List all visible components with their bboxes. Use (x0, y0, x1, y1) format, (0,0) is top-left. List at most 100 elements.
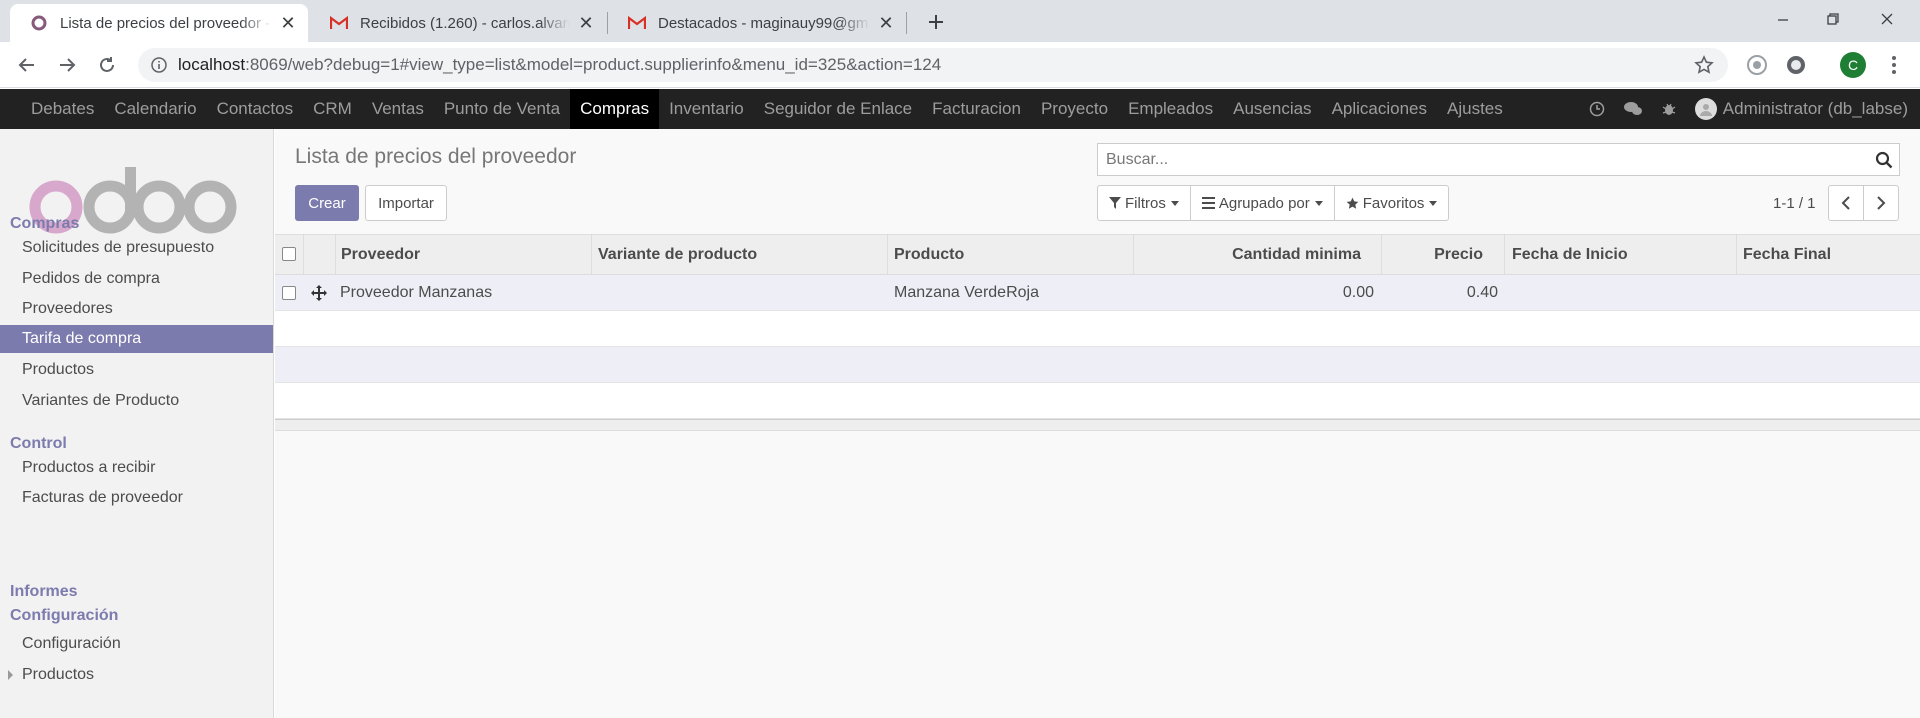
tab-title: Destacados - maginauy99@gmail.com (658, 14, 870, 32)
chat-bubbles-icon[interactable] (1615, 89, 1651, 129)
column-header-fecha-inicio[interactable]: Fecha de Inicio (1512, 235, 1628, 275)
group-by-button[interactable]: Agrupado por (1189, 185, 1335, 221)
menu-calendario[interactable]: Calendario (104, 89, 206, 129)
reload-icon[interactable] (92, 50, 122, 80)
sidebar-section-informes[interactable]: Informes (10, 583, 78, 601)
browser-tab-gmail-inbox[interactable]: Recibidos (1.260) - carlos.alvarez@labse… (310, 4, 606, 42)
page-title: Lista de precios del proveedor (295, 145, 577, 168)
column-divider (1736, 235, 1737, 275)
new-tab-plus-icon[interactable] (922, 8, 950, 36)
search-icon[interactable] (1869, 145, 1899, 175)
search-options-group: Filtros Agrupado por Favoritos (1097, 185, 1450, 221)
close-tab-icon[interactable]: ✕ (278, 13, 298, 33)
sidebar-item-tarifa-de-compra[interactable]: Tarifa de compra (0, 325, 273, 353)
caret-down-icon (1170, 200, 1179, 206)
sidebar-item-label: Productos (22, 666, 95, 683)
filters-button[interactable]: Filtros (1097, 185, 1191, 221)
menu-facturacion[interactable]: Facturacion (922, 89, 1031, 129)
sidebar-item-pedidos[interactable]: Pedidos de compra (0, 265, 273, 293)
create-button[interactable]: Crear (295, 185, 359, 221)
column-header-fecha-final[interactable]: Fecha Final (1743, 235, 1831, 275)
menu-empleados[interactable]: Empleados (1118, 89, 1223, 129)
import-button[interactable]: Importar (365, 185, 447, 221)
column-header-precio[interactable]: Precio (1381, 235, 1483, 275)
cell-cantidad-minima: 0.00 (1342, 284, 1374, 301)
user-menu[interactable]: Administrator (db_labse) (1687, 98, 1920, 120)
search-input[interactable]: Buscar... (1098, 151, 1869, 169)
extension-circle-icon[interactable] (1784, 53, 1808, 77)
column-divider (335, 235, 336, 275)
sidebar-item-productos[interactable]: Productos (0, 356, 273, 384)
column-header-proveedor[interactable]: Proveedor (341, 235, 420, 275)
menu-ventas[interactable]: Ventas (362, 89, 434, 129)
site-info-icon[interactable] (150, 56, 168, 74)
drag-handle-icon[interactable] (311, 275, 329, 311)
restore-window-icon[interactable] (1808, 0, 1858, 38)
empty-row (275, 311, 1920, 347)
sidebar-section-configuracion[interactable]: Configuración (10, 607, 118, 625)
bookmark-star-icon[interactable] (1694, 55, 1714, 75)
empty-row (275, 347, 1920, 383)
table-footer (275, 419, 1920, 431)
menu-aplicaciones[interactable]: Aplicaciones (1322, 89, 1437, 129)
column-header-variante[interactable]: Variante de producto (598, 235, 757, 275)
sidebar-section-control[interactable]: Control (10, 435, 67, 453)
favorites-label: Favoritos (1362, 194, 1425, 212)
bug-icon[interactable] (1651, 89, 1687, 129)
menu-debates[interactable]: Debates (21, 89, 104, 129)
clock-icon[interactable] (1579, 89, 1615, 129)
menu-inventario[interactable]: Inventario (659, 89, 754, 129)
browser-tab-gmail-starred[interactable]: Destacados - maginauy99@gmail.com ✕ (608, 4, 906, 42)
column-header-producto[interactable]: Producto (894, 235, 964, 275)
forward-arrow-icon[interactable] (52, 50, 82, 80)
menu-contactos[interactable]: Contactos (207, 89, 304, 129)
cell-proveedor: Proveedor Manzanas (340, 284, 493, 301)
row-checkbox[interactable] (282, 286, 296, 300)
browser-tab-odoo[interactable]: Lista de precios del proveedor - Odoo ✕ (10, 4, 308, 42)
sidebar-item-variantes[interactable]: Variantes de Producto (0, 387, 273, 415)
back-arrow-icon[interactable] (12, 50, 42, 80)
browser-menu-icon[interactable] (1884, 54, 1904, 76)
select-all-checkbox[interactable] (282, 247, 296, 261)
profile-avatar[interactable]: C (1840, 52, 1866, 78)
column-header-cantidad-minima[interactable]: Cantidad minima (1133, 235, 1361, 275)
filter-funnel-icon (1109, 197, 1121, 209)
sidebar-item-config-productos[interactable]: Productos (0, 661, 273, 689)
pager-value[interactable]: 1-1 / 1 (1773, 195, 1816, 212)
extension-timer-icon[interactable] (1745, 53, 1769, 77)
caret-down-icon (1429, 200, 1438, 206)
star-icon (1346, 197, 1359, 210)
menu-ajustes[interactable]: Ajustes (1437, 89, 1513, 129)
sidebar-section-compras[interactable]: Compras (10, 215, 79, 233)
close-window-icon[interactable] (1862, 0, 1912, 38)
group-by-label: Agrupado por (1218, 194, 1310, 212)
main-content: Lista de precios del proveedor Crear Imp… (275, 129, 1920, 718)
browser-tab-strip: Lista de precios del proveedor - Odoo ✕ … (0, 0, 1920, 42)
minimize-icon[interactable] (1758, 0, 1808, 38)
menu-punto-de-venta[interactable]: Punto de Venta (434, 89, 570, 129)
sidebar-item-facturas-proveedor[interactable]: Facturas de proveedor (0, 484, 273, 512)
menu-ausencias[interactable]: Ausencias (1223, 89, 1321, 129)
tab-separator (906, 12, 907, 34)
tab-title: Recibidos (1.260) - carlos.alvarez@labse… (360, 14, 570, 32)
close-tab-icon[interactable]: ✕ (876, 13, 896, 33)
table-row[interactable]: Proveedor Manzanas Manzana VerdeRoja 0.0… (275, 275, 1920, 311)
sidebar-item-productos-a-recibir[interactable]: Productos a recibir (0, 454, 273, 482)
url-path: :8069/web?debug=1#view_type=list&model=p… (245, 55, 942, 74)
menu-compras[interactable]: Compras (570, 89, 660, 129)
sidebar-item-solicitudes[interactable]: Solicitudes de presupuesto (0, 234, 273, 262)
menu-seguidor-de-enlace[interactable]: Seguidor de Enlace (754, 89, 922, 129)
cell-producto: Manzana VerdeRoja (894, 284, 1039, 301)
sidebar-item-proveedores[interactable]: Proveedores (0, 295, 273, 323)
odoo-favicon-icon (30, 14, 48, 32)
address-bar[interactable]: localhost:8069/web?debug=1#view_type=lis… (138, 48, 1728, 82)
close-tab-icon[interactable]: ✕ (576, 13, 596, 33)
cell-precio: 0.40 (1466, 284, 1498, 301)
menu-crm[interactable]: CRM (303, 89, 362, 129)
menu-proyecto[interactable]: Proyecto (1031, 89, 1118, 129)
pager-previous-icon[interactable] (1828, 185, 1864, 221)
favorites-button[interactable]: Favoritos (1333, 185, 1450, 221)
sidebar-item-configuracion[interactable]: Configuración (0, 630, 273, 658)
pager-next-icon[interactable] (1863, 185, 1899, 221)
sidebar: Compras Solicitudes de presupuesto Pedid… (0, 129, 274, 718)
